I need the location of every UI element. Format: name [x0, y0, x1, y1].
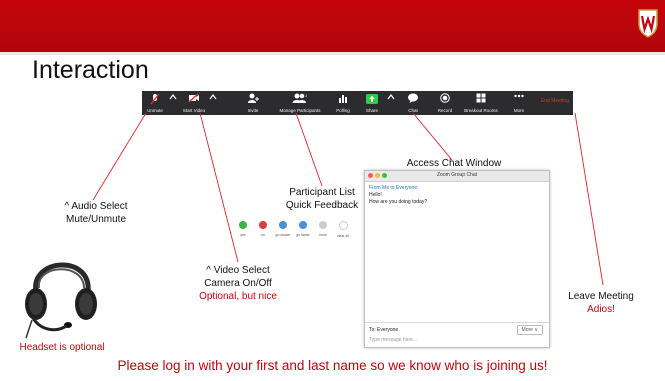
unmute-button[interactable]: Unmute	[144, 91, 166, 115]
invite-button[interactable]: Invite	[242, 91, 264, 115]
polling-icon	[339, 95, 347, 103]
chevron-up-icon	[209, 94, 217, 100]
leave-callout-line	[574, 112, 604, 286]
chevron-up-icon	[387, 94, 395, 100]
video-callout-line2: Camera On/Off	[204, 278, 272, 289]
chat-icon	[408, 93, 418, 103]
login-reminder: Please log in with your first and last n…	[117, 358, 548, 373]
video-callout-note: Optional, but nice	[199, 291, 277, 302]
breakout-rooms-icon	[476, 93, 486, 103]
chat-message: How are you doing today?	[369, 199, 428, 205]
x-icon	[259, 221, 267, 229]
start-video-button[interactable]: Start Video	[182, 91, 206, 115]
feedback-go-slower-button[interactable]: go slower	[273, 221, 293, 237]
chat-messages: From Me to Everyone: Hello! How are you …	[369, 185, 427, 206]
audio-callout-line1: ^ Audio Select	[64, 201, 128, 212]
chat-more-button[interactable]: More ∨	[516, 325, 543, 335]
record-icon	[440, 93, 450, 103]
chat-callout-line	[412, 112, 453, 161]
participant-count: 1	[305, 93, 308, 98]
clear-icon	[338, 221, 348, 230]
headset-note: Headset is optional	[19, 342, 105, 353]
chat-message: Hello!	[369, 192, 382, 198]
more-dots-icon	[319, 221, 327, 229]
feedback-clear-all-button[interactable]: clear all	[333, 221, 353, 238]
chat-button[interactable]: Chat	[402, 91, 424, 115]
chat-footer: To: Everyone More ∨ Type message here...	[365, 322, 549, 347]
chat-title-bar: Zoom Group Chat	[365, 171, 549, 182]
headset-image	[25, 262, 97, 339]
feedback-no-button[interactable]: no	[253, 221, 273, 237]
video-options-chevron[interactable]	[208, 91, 218, 115]
leave-callout: Leave Meeting Adios!	[555, 290, 647, 316]
more-button[interactable]: More	[508, 91, 530, 115]
chat-window-title: Zoom Group Chat	[436, 172, 478, 178]
more-icon	[514, 94, 524, 98]
slide: Interaction Unmute Start Video Invite 1 …	[0, 0, 665, 381]
participants-icon: 1	[292, 93, 308, 103]
page-title: Interaction	[32, 56, 149, 84]
participants-callout-line	[295, 112, 323, 187]
share-screen-icon	[366, 94, 378, 104]
checkmark-icon	[239, 221, 247, 229]
invite-icon	[248, 93, 259, 103]
breakout-rooms-button[interactable]: Breakout Rooms	[464, 91, 498, 115]
manage-participants-button[interactable]: 1 Manage Participants	[279, 91, 320, 115]
slower-icon	[279, 221, 287, 229]
chevron-up-icon	[169, 94, 177, 100]
feedback-more-button[interactable]: more	[313, 221, 333, 237]
university-crest-icon	[638, 9, 658, 38]
share-screen-button[interactable]: Share	[360, 91, 384, 115]
chat-window: Zoom Group Chat From Me to Everyone: Hel…	[364, 170, 550, 348]
feedback-go-faster-button[interactable]: go faster	[293, 221, 313, 237]
header-bar	[0, 0, 665, 55]
video-callout-line1: ^ Video Select	[206, 265, 270, 276]
video-callout: ^ Video Select Camera On/Off Optional, b…	[186, 264, 290, 303]
end-meeting-button[interactable]: End Meeting	[541, 98, 569, 104]
chat-callout: Access Chat Window	[406, 158, 502, 169]
record-button[interactable]: Record	[434, 91, 456, 115]
leave-callout-line1: Leave Meeting	[568, 291, 634, 302]
feedback-yes-button[interactable]: yes	[233, 221, 253, 237]
zoom-toolbar: Unmute Start Video Invite 1 Manage Parti…	[142, 91, 573, 115]
chat-sender: From Me to Everyone:	[369, 185, 419, 191]
chat-recipient-select[interactable]: To: Everyone	[369, 327, 398, 333]
audio-callout-line	[92, 112, 147, 201]
muted-microphone-icon	[150, 93, 160, 105]
faster-icon	[299, 221, 307, 229]
video-off-icon	[188, 93, 199, 103]
chat-message-input[interactable]: Type message here...	[369, 337, 417, 343]
leave-callout-note: Adios!	[587, 304, 615, 315]
audio-callout-line2: Mute/Unmute	[65, 214, 127, 225]
audio-callout: ^ Audio Select Mute/Unmute	[46, 200, 146, 226]
feedback-bar: yes no go slower go faster more clear al…	[233, 221, 353, 245]
